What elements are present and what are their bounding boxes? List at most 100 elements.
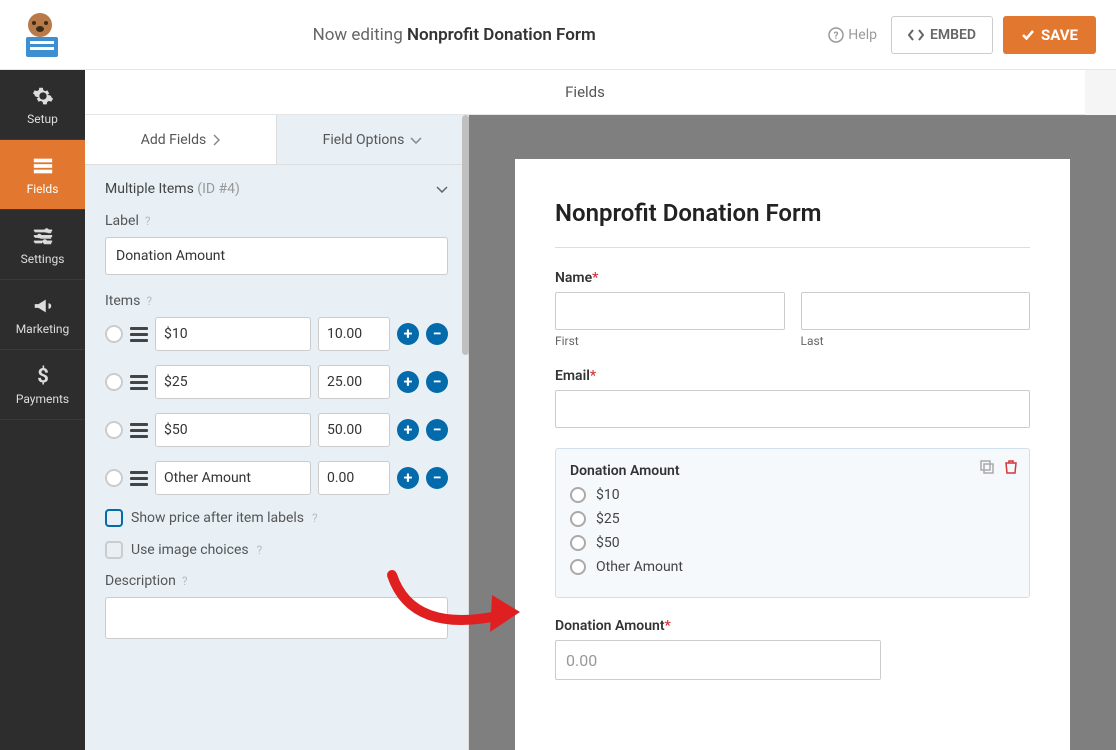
nav-payments[interactable]: $ Payments <box>0 350 85 420</box>
form-title: Nonprofit Donation Form <box>555 199 1030 227</box>
chevron-down-icon <box>436 185 448 193</box>
help-icon: ? <box>828 27 844 43</box>
add-item-button[interactable]: + <box>397 467 419 489</box>
chevron-right-icon <box>212 134 220 146</box>
fields-header: Fields <box>85 70 1085 115</box>
item-price-input[interactable] <box>318 413 390 447</box>
nav-rail: Setup Fields Settings Marketing $ Paymen… <box>0 70 85 750</box>
save-button[interactable]: SAVE <box>1003 16 1096 54</box>
add-item-button[interactable]: + <box>397 323 419 345</box>
duplicate-icon[interactable] <box>979 459 995 475</box>
help-icon[interactable]: ? <box>182 574 188 588</box>
preview-area: Nonprofit Donation Form Name* First Last… <box>469 115 1116 750</box>
label-heading: Label? <box>105 213 448 229</box>
drag-handle-icon[interactable] <box>130 375 148 389</box>
main-area: Setup Fields Settings Marketing $ Paymen… <box>0 70 1116 750</box>
scrollbar[interactable] <box>462 115 469 355</box>
checkbox-icon[interactable] <box>105 509 123 527</box>
help-icon[interactable]: ? <box>257 543 263 557</box>
nav-fields[interactable]: Fields <box>0 140 85 210</box>
nav-setup[interactable]: Setup <box>0 70 85 140</box>
items-heading: Items? <box>105 293 448 309</box>
radio-icon[interactable] <box>570 487 586 503</box>
email-input[interactable] <box>555 390 1030 428</box>
drag-handle-icon[interactable] <box>130 423 148 437</box>
first-sublabel: First <box>555 334 785 348</box>
code-icon <box>908 29 924 41</box>
nav-marketing[interactable]: Marketing <box>0 280 85 350</box>
section-header[interactable]: Multiple Items (ID #4) <box>85 165 468 213</box>
tab-add-fields[interactable]: Add Fields <box>85 115 276 164</box>
item-price-input[interactable] <box>318 461 390 495</box>
description-input[interactable] <box>105 597 448 639</box>
add-item-button[interactable]: + <box>397 419 419 441</box>
radio-icon[interactable] <box>570 559 586 575</box>
nav-settings[interactable]: Settings <box>0 210 85 280</box>
radio-icon[interactable] <box>570 511 586 527</box>
donation-amount-field[interactable]: Donation Amount* 0.00 <box>555 618 1030 680</box>
amount-input[interactable]: 0.00 <box>555 640 881 680</box>
last-name-input[interactable] <box>801 292 1031 330</box>
label-input[interactable] <box>105 237 448 275</box>
svg-text:$: $ <box>37 365 49 387</box>
wpforms-logo-icon <box>14 11 66 59</box>
default-radio[interactable] <box>105 325 123 343</box>
item-row: + − <box>105 317 448 351</box>
radio-icon[interactable] <box>570 535 586 551</box>
default-radio[interactable] <box>105 373 123 391</box>
item-price-input[interactable] <box>318 317 390 351</box>
list-icon <box>31 154 55 178</box>
options-body: Label? Items? + − + − <box>85 213 468 659</box>
top-bar: Now editing Nonprofit Donation Form ? He… <box>0 0 1116 70</box>
item-row: + − <box>105 413 448 447</box>
item-label-input[interactable] <box>155 365 311 399</box>
donation-options-field[interactable]: Donation Amount $10 $25 $50 Other Amount <box>555 448 1030 598</box>
drag-handle-icon[interactable] <box>130 471 148 485</box>
item-label-input[interactable] <box>155 413 311 447</box>
option-row[interactable]: Other Amount <box>570 559 1015 575</box>
option-row[interactable]: $25 <box>570 511 1015 527</box>
options-panel: Add Fields Field Options Multiple Items … <box>85 115 469 750</box>
help-icon[interactable]: ? <box>145 214 151 228</box>
first-name-input[interactable] <box>555 292 785 330</box>
logo <box>0 0 80 70</box>
item-label-input[interactable] <box>155 317 311 351</box>
check-icon <box>1021 28 1035 42</box>
item-price-input[interactable] <box>318 365 390 399</box>
remove-item-button[interactable]: − <box>426 323 448 345</box>
checkbox-icon[interactable] <box>105 541 123 559</box>
embed-button[interactable]: EMBED <box>891 16 993 54</box>
item-label-input[interactable] <box>155 461 311 495</box>
use-images-row[interactable]: Use image choices ? <box>105 541 448 559</box>
remove-item-button[interactable]: − <box>426 419 448 441</box>
default-radio[interactable] <box>105 469 123 487</box>
tab-field-options[interactable]: Field Options <box>276 115 468 164</box>
drag-handle-icon[interactable] <box>130 327 148 341</box>
help-link[interactable]: ? Help <box>828 27 877 43</box>
divider <box>555 247 1030 248</box>
delete-icon[interactable] <box>1003 459 1019 475</box>
default-radio[interactable] <box>105 421 123 439</box>
sliders-icon <box>31 224 55 248</box>
add-item-button[interactable]: + <box>397 371 419 393</box>
remove-item-button[interactable]: − <box>426 467 448 489</box>
show-price-row[interactable]: Show price after item labels ? <box>105 509 448 527</box>
remove-item-button[interactable]: − <box>426 371 448 393</box>
item-row: + − <box>105 365 448 399</box>
last-sublabel: Last <box>801 334 1031 348</box>
megaphone-icon <box>31 294 55 318</box>
gear-icon <box>31 84 55 108</box>
svg-text:?: ? <box>834 31 839 42</box>
panel-tabs: Add Fields Field Options <box>85 115 468 165</box>
dollar-icon: $ <box>31 364 55 388</box>
email-field[interactable]: Email* <box>555 368 1030 428</box>
description-heading: Description? <box>105 573 448 589</box>
help-icon[interactable]: ? <box>312 511 318 525</box>
chevron-down-icon <box>410 136 422 144</box>
option-row[interactable]: $50 <box>570 535 1015 551</box>
page-title: Now editing Nonprofit Donation Form <box>80 25 828 45</box>
help-icon[interactable]: ? <box>146 294 152 308</box>
name-field[interactable]: Name* First Last <box>555 270 1030 348</box>
option-row[interactable]: $10 <box>570 487 1015 503</box>
item-row: + − <box>105 461 448 495</box>
